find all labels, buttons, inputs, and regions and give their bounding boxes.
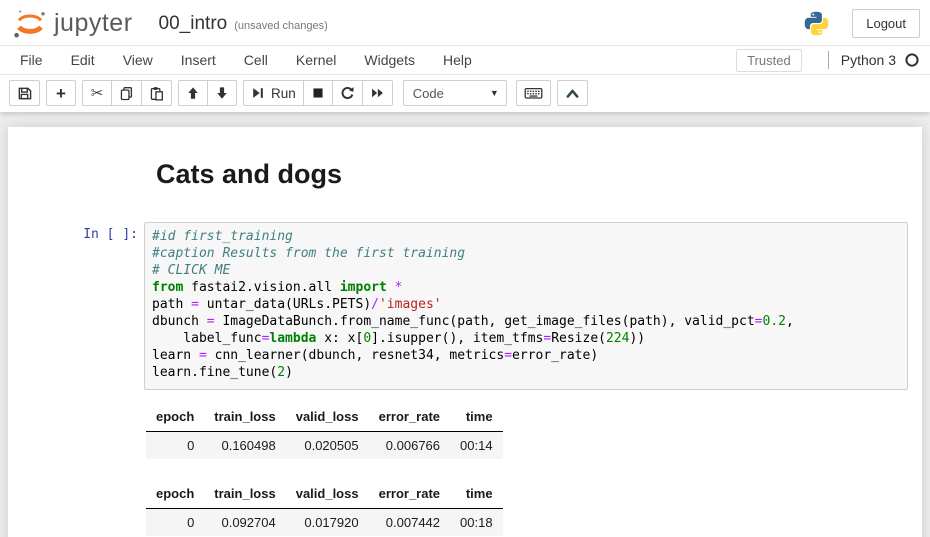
- code-line: label_func=lambda x: x[0].isupper(), ite…: [152, 330, 903, 347]
- kernel-indicator-icon: [904, 52, 920, 68]
- menubar-right: Trusted Python 3: [736, 49, 920, 72]
- trusted-badge: Trusted: [736, 49, 802, 72]
- menu-items: FileEditViewInsertCellKernelWidgetsHelp: [6, 46, 486, 74]
- cell-type-selected-value: Code: [413, 86, 444, 101]
- table-row: 00.1604980.0205050.00676600:14: [146, 432, 503, 460]
- menu-help[interactable]: Help: [429, 46, 486, 74]
- code-line: #id first_training: [152, 228, 903, 245]
- kernel-name: Python 3: [841, 52, 896, 68]
- table-row: 00.0927040.0179200.00744200:18: [146, 509, 503, 537]
- training-results-table: epochtrain_lossvalid_losserror_ratetime0…: [146, 481, 503, 537]
- menu-cell[interactable]: Cell: [230, 46, 282, 74]
- menubar-divider: [828, 51, 829, 69]
- header-bar: jupyter 00_intro (unsaved changes) Logou…: [0, 0, 930, 45]
- run-button-label: Run: [271, 86, 296, 101]
- table-header-cell: time: [450, 404, 503, 432]
- table-header-row: epochtrain_lossvalid_losserror_ratetime: [146, 481, 503, 509]
- table-cell: 0.007442: [369, 509, 450, 537]
- menu-insert[interactable]: Insert: [167, 46, 230, 74]
- input-prompt: In [ ]:: [8, 222, 144, 390]
- table-header-cell: epoch: [146, 404, 204, 432]
- table-header-cell: error_rate: [369, 481, 450, 509]
- table-cell: 0.006766: [369, 432, 450, 460]
- add-cell-button[interactable]: +: [46, 80, 76, 106]
- restart-kernel-button[interactable]: [332, 80, 363, 106]
- stop-icon: [311, 86, 325, 100]
- move-up-icon: [186, 86, 200, 100]
- toolbar: + ✂: [0, 75, 930, 112]
- code-line: #caption Results from the first training: [152, 245, 903, 262]
- move-cell-up-button[interactable]: [178, 80, 208, 106]
- chevron-up-icon: [565, 87, 580, 100]
- command-palette-button[interactable]: [516, 80, 551, 106]
- cell-type-select[interactable]: Code ▼: [403, 80, 507, 106]
- table-header-cell: valid_loss: [286, 404, 369, 432]
- paste-cell-button[interactable]: [141, 80, 172, 106]
- dropdown-caret-icon: ▼: [490, 88, 499, 98]
- code-input[interactable]: #id first_training#caption Results from …: [144, 222, 908, 390]
- jupyter-logo-text: jupyter: [54, 9, 133, 38]
- interrupt-kernel-button[interactable]: [303, 80, 333, 106]
- code-line: learn = cnn_learner(dbunch, resnet34, me…: [152, 347, 903, 364]
- move-cell-down-button[interactable]: [207, 80, 237, 106]
- fast-forward-icon: [370, 86, 385, 100]
- markdown-heading[interactable]: Cats and dogs: [156, 159, 922, 190]
- table-cell: 0: [146, 509, 204, 537]
- run-icon: [251, 86, 265, 100]
- table-header-cell: train_loss: [204, 481, 285, 509]
- notebook-container: Cats and dogs In [ ]: #id first_training…: [8, 127, 922, 537]
- cut-cell-button[interactable]: ✂: [82, 80, 112, 106]
- menu-edit[interactable]: Edit: [57, 46, 109, 74]
- code-cell[interactable]: In [ ]: #id first_training#caption Resul…: [8, 222, 922, 390]
- cut-icon: ✂: [91, 86, 104, 101]
- run-button[interactable]: Run: [243, 80, 304, 106]
- output-area: epochtrain_lossvalid_losserror_ratetime0…: [146, 404, 908, 537]
- code-line: learn.fine_tune(2): [152, 364, 903, 381]
- jupyter-logo[interactable]: jupyter: [12, 8, 133, 40]
- jupyter-logo-icon: [12, 8, 48, 40]
- site: Cats and dogs In [ ]: #id first_training…: [0, 112, 930, 537]
- restart-icon: [340, 86, 355, 101]
- code-line: path = untar_data(URLs.PETS)/'images': [152, 296, 903, 313]
- table-header-cell: valid_loss: [286, 481, 369, 509]
- move-down-icon: [215, 86, 229, 100]
- table-header-row: epochtrain_lossvalid_losserror_ratetime: [146, 404, 503, 432]
- save-icon: [17, 86, 32, 101]
- python-logo-icon: [803, 10, 830, 37]
- table-cell: 0.092704: [204, 509, 285, 537]
- table-cell: 00:18: [450, 509, 503, 537]
- notebook-title[interactable]: 00_intro: [159, 13, 228, 35]
- code-area: #id first_training#caption Results from …: [152, 228, 903, 381]
- collapse-headings-button[interactable]: [557, 80, 588, 106]
- keyboard-icon: [524, 85, 543, 101]
- logout-button[interactable]: Logout: [852, 9, 920, 38]
- menu-kernel[interactable]: Kernel: [282, 46, 350, 74]
- table-cell: 0.017920: [286, 509, 369, 537]
- menu-widgets[interactable]: Widgets: [350, 46, 429, 74]
- restart-run-all-button[interactable]: [362, 80, 393, 106]
- code-line: # CLICK ME: [152, 262, 903, 279]
- header: jupyter 00_intro (unsaved changes) Logou…: [0, 0, 930, 112]
- table-cell: 0.160498: [204, 432, 285, 460]
- table-cell: 0.020505: [286, 432, 369, 460]
- table-header-cell: epoch: [146, 481, 204, 509]
- table-cell: 0: [146, 432, 204, 460]
- menubar: FileEditViewInsertCellKernelWidgetsHelp …: [0, 45, 930, 75]
- training-results-table: epochtrain_lossvalid_losserror_ratetime0…: [146, 404, 503, 459]
- paste-icon: [149, 86, 164, 101]
- code-line: dbunch = ImageDataBunch.from_name_func(p…: [152, 313, 903, 330]
- copy-cell-button[interactable]: [111, 80, 142, 106]
- table-header-cell: time: [450, 481, 503, 509]
- save-button[interactable]: [9, 80, 40, 106]
- menu-file[interactable]: File: [6, 46, 57, 74]
- copy-icon: [119, 86, 134, 101]
- table-cell: 00:14: [450, 432, 503, 460]
- table-header-cell: train_loss: [204, 404, 285, 432]
- plus-icon: +: [56, 85, 66, 102]
- checkpoint-status: (unsaved changes): [234, 15, 328, 32]
- menu-view[interactable]: View: [109, 46, 167, 74]
- code-line: from fastai2.vision.all import *: [152, 279, 903, 296]
- table-header-cell: error_rate: [369, 404, 450, 432]
- jupyter-app: jupyter 00_intro (unsaved changes) Logou…: [0, 0, 930, 537]
